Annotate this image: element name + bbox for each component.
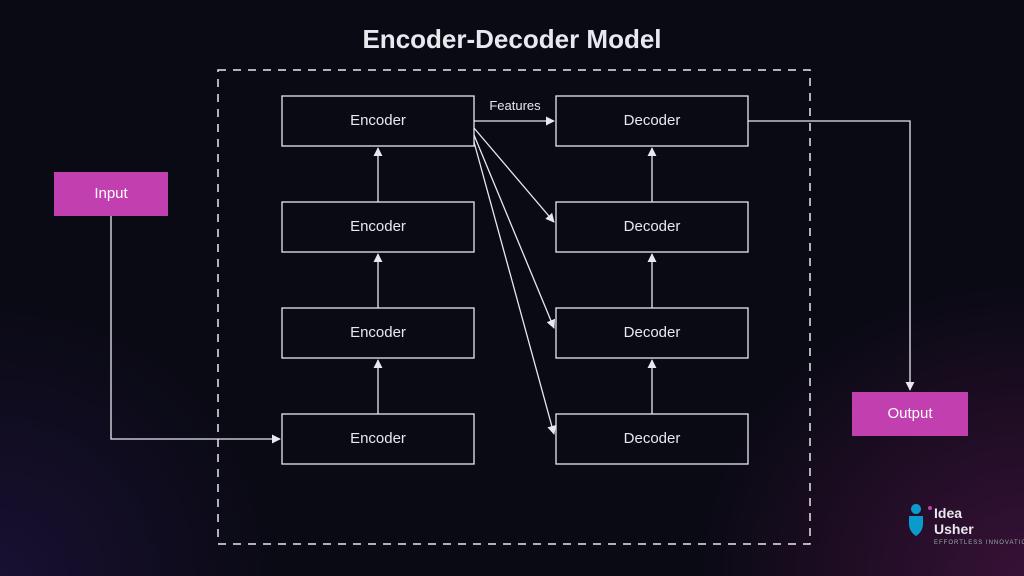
decoder-label: Decoder [624, 112, 681, 129]
logo-dot-icon [928, 506, 932, 510]
diagram-title: Encoder-Decoder Model [362, 24, 661, 54]
brand-logo: Idea Usher EFFORTLESS INNOVATION [909, 504, 1024, 546]
encoder-label: Encoder [350, 324, 406, 341]
features-label: Features [489, 98, 541, 113]
input-label: Input [94, 185, 128, 202]
features-arrow [474, 128, 554, 222]
input-path [111, 216, 280, 439]
output-label: Output [887, 405, 933, 422]
logo-text-top: Idea [934, 505, 962, 521]
encoder-label: Encoder [350, 430, 406, 447]
logo-text-bottom: Usher [934, 521, 974, 537]
encoder-label: Encoder [350, 218, 406, 235]
logo-mark-icon [909, 504, 923, 536]
features-arrow [474, 135, 554, 328]
encoder-label: Encoder [350, 112, 406, 129]
model-frame [218, 70, 810, 544]
decoder-label: Decoder [624, 430, 681, 447]
output-path [748, 121, 910, 390]
logo-tagline: EFFORTLESS INNOVATION [934, 540, 1024, 546]
decoder-label: Decoder [624, 218, 681, 235]
decoder-label: Decoder [624, 324, 681, 341]
features-arrow [474, 142, 554, 434]
